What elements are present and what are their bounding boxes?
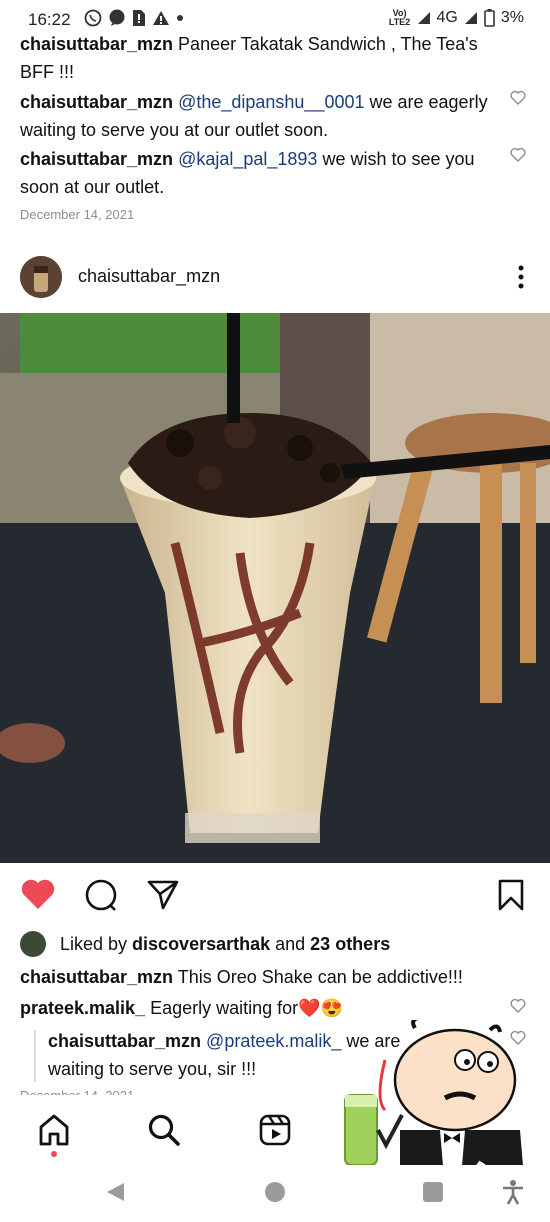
caption-text: This Oreo Shake can be addictive!!!	[173, 967, 463, 987]
post-header: chaisuttabar_mzn	[0, 250, 550, 306]
liked-middle: and	[270, 933, 311, 954]
caption-username[interactable]: chaisuttabar_mzn	[20, 967, 173, 987]
comment-icon[interactable]	[84, 878, 118, 912]
warning-icon	[153, 11, 169, 25]
home-circle-icon[interactable]	[264, 1181, 286, 1203]
battery-percent: 3%	[500, 9, 524, 26]
comment-item: chaisuttabar_mzn @kajal_pal_1893 we wish…	[20, 145, 500, 201]
avatar[interactable]	[20, 256, 62, 298]
comment-username[interactable]: chaisuttabar_mzn	[20, 34, 173, 54]
android-navigation	[0, 1165, 550, 1222]
post-date: December 14, 2021	[20, 207, 135, 222]
comment-username[interactable]: chaisuttabar_mzn	[20, 92, 173, 112]
accessibility-icon[interactable]	[502, 1179, 524, 1205]
signal-icon	[417, 12, 430, 24]
comment-text: Eagerly waiting for	[145, 998, 299, 1018]
home-icon[interactable]	[37, 1113, 71, 1147]
comment-item: chaisuttabar_mzn @the_dipanshu__0001 we …	[20, 88, 500, 144]
comment-like-icon[interactable]	[510, 147, 526, 162]
reply-mention[interactable]: @prateek.malik_	[201, 1031, 341, 1051]
liked-user[interactable]: discoversarthak	[132, 934, 270, 955]
whatsapp-icon	[84, 9, 102, 27]
status-right: Vo) LTE2 4G 3%	[389, 9, 524, 27]
notification-icons	[84, 9, 184, 27]
back-icon[interactable]	[104, 1181, 126, 1203]
post-image[interactable]	[0, 313, 550, 863]
signal-icon-2	[464, 12, 477, 24]
reply-thread-line	[34, 1030, 36, 1082]
comment-like-icon[interactable]	[510, 998, 526, 1013]
network-label: 4G	[436, 9, 458, 26]
reply-text-line2: waiting to serve you, sir !!!	[48, 1059, 257, 1079]
search-icon[interactable]	[147, 1113, 181, 1147]
comment-username[interactable]: chaisuttabar_mzn	[20, 149, 173, 169]
avatar-image	[20, 256, 62, 298]
comment-emoji: ❤️😍	[298, 998, 343, 1018]
reply-username[interactable]: chaisuttabar_mzn	[48, 1031, 201, 1051]
liked-count[interactable]: 23 others	[310, 934, 390, 955]
liked-by[interactable]: Liked by discoversarthak and 23 others	[20, 930, 540, 958]
dot-icon	[177, 15, 183, 21]
more-options-icon[interactable]	[518, 264, 524, 290]
sim-alert-icon	[133, 10, 145, 26]
comment-username[interactable]: prateek.malik_	[20, 998, 145, 1018]
liked-prefix: Liked by	[60, 933, 133, 954]
liker-avatar	[20, 931, 46, 957]
like-heart-icon[interactable]	[20, 878, 56, 911]
post-caption: chaisuttabar_mzn This Oreo Shake can be …	[20, 963, 540, 991]
reels-icon[interactable]	[258, 1113, 292, 1147]
post-username[interactable]: chaisuttabar_mzn	[78, 266, 220, 287]
home-active-dot	[51, 1151, 57, 1157]
comment-item: chaisuttabar_mzn Paneer Takatak Sandwich…	[20, 30, 500, 86]
share-icon[interactable]	[146, 878, 180, 912]
post-actions	[0, 872, 550, 918]
comment-mention[interactable]: @kajal_pal_1893	[178, 149, 317, 169]
comment-mention[interactable]: @the_dipanshu__0001	[178, 92, 364, 112]
comment-item: prateek.malik_ Eagerly waiting for❤️😍	[20, 994, 500, 1022]
status-time: 16:22	[28, 10, 71, 29]
volte-label: Vo) LTE2	[388, 8, 411, 27]
comment-like-icon[interactable]	[510, 90, 526, 105]
oreo-shake-photo	[0, 313, 550, 863]
message-icon	[109, 9, 125, 26]
save-bookmark-icon[interactable]	[497, 878, 525, 912]
battery-icon	[484, 9, 495, 27]
recents-icon[interactable]	[422, 1181, 444, 1203]
